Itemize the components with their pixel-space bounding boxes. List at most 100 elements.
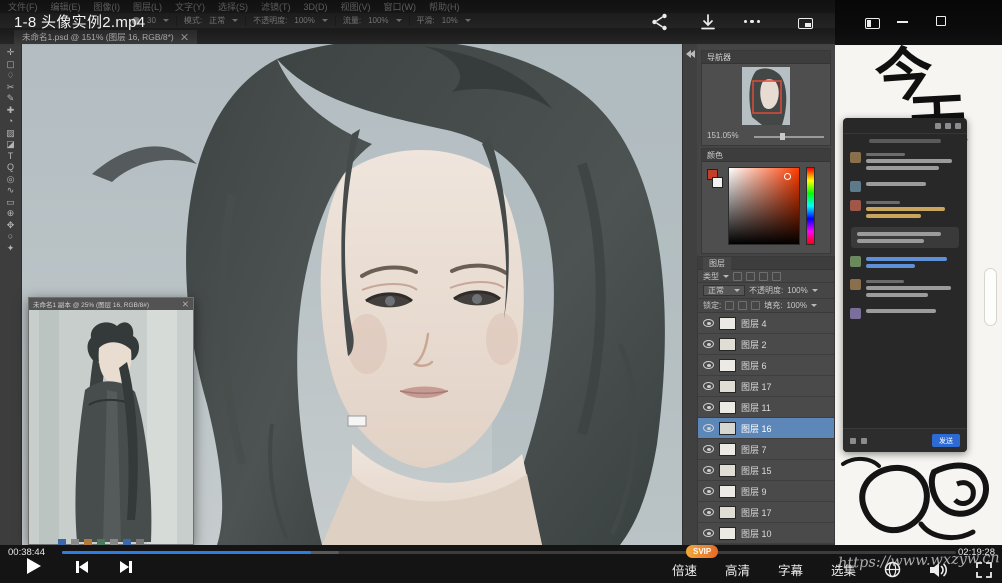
maximize-button[interactable] [936,16,946,26]
layer-visibility-eye-icon [703,445,714,453]
ps-tool-icon: ⊕ [7,209,15,218]
layer-thumbnail [719,401,736,414]
navigator-panel: 导航器 151.05% [701,50,831,146]
play-button[interactable] [27,558,41,574]
layer-visibility-eye-icon [703,361,714,369]
filter-type-icon [759,272,768,281]
blend-mode-value: 正常 [708,285,724,296]
lock-row: 锁定: 填充: 100% [698,299,834,313]
ps-tool-icon: ✚ [7,106,15,115]
ps-tool-icon: Q [7,163,14,172]
video-title: 1-8 头像实例2.mp4 [14,11,145,32]
next-button[interactable] [120,561,132,573]
avatar [850,279,861,290]
filter-pixel-icon [733,272,742,281]
minimize-button[interactable] [897,21,908,23]
layers-filter-row: 类型 [698,270,834,283]
player-titlebar: 1-8 头像实例2.mp4 [0,0,1002,46]
color-panel: 颜色 [701,148,831,254]
ps-tool-icon: ✛ [7,48,15,57]
progress-bar[interactable] [62,551,956,554]
layer-row: 图层 9 [698,481,834,502]
filter-shape-icon [772,272,781,281]
fill-label: 填充: [764,300,782,311]
dropdown-caret-icon [723,275,729,278]
reference-artwork [29,310,193,544]
notes-scrollbar-pill [984,268,997,326]
ps-tool-icon: ♢ [6,71,14,80]
layer-row: 图层 17 [698,502,834,523]
next-icon [129,561,132,573]
photoshop-app: 文件(F)编辑(E)图像(I)图层(L)文字(Y)选择(S)滤镜(T)3D(D)… [0,0,835,545]
video-surface[interactable]: 文件(F)编辑(E)图像(I)图层(L)文字(Y)选择(S)滤镜(T)3D(D)… [0,0,1002,545]
ps-toolbar: ✛▢♢✂✎✚◔▨◪TQ◎∿▭⊕✥○✦ [0,44,22,545]
ps-tool-icon: ∿ [7,186,15,195]
chat-system-line [869,139,941,143]
layers-panel: 图层 类型 正常 不透明度: 100% 锁定: [697,256,835,545]
layer-row: 图层 7 [698,439,834,460]
layer-thumbnail [719,527,736,540]
navigator-zoom-value: 151.05% [707,131,739,140]
more-button[interactable] [744,20,760,23]
layer-name: 图层 9 [741,485,767,498]
attachment-icon [861,438,867,444]
download-button[interactable] [698,12,718,37]
layer-visibility-eye-icon [703,424,714,432]
video-player-window: 文件(F)编辑(E)图像(I)图层(L)文字(Y)选择(S)滤镜(T)3D(D)… [0,0,1002,583]
ink-doodles [837,454,997,544]
quality-button[interactable]: 高清 [725,560,750,579]
chat-message [843,275,967,304]
ps-tool-icon: ▨ [6,129,15,138]
more-icon [744,20,747,23]
color-tab: 颜色 [707,150,723,161]
blend-mode-row: 正常 不透明度: 100% [698,283,834,299]
chat-window: 发送 [843,118,967,452]
minimize-chat-icon [945,123,951,129]
dropdown-caret-icon [812,289,818,292]
emoji-icon [850,438,856,444]
layers-list: 图层 4 图层 2 图层 6 图层 17 [698,313,834,544]
dock-sidebar-button[interactable] [865,18,880,29]
subtitle-button[interactable]: 字幕 [778,560,803,579]
lock-label: 锁定: [703,300,721,311]
layer-visibility-eye-icon [703,508,714,516]
avatar [850,152,861,163]
layer-row: 图层 16 [698,418,834,439]
chat-input-bar: 发送 [843,428,967,452]
speed-button[interactable]: 倍速 [672,560,697,579]
fill-value: 100% [786,301,806,310]
ps-tool-icon: ◪ [6,140,15,149]
layer-name: 图层 11 [741,401,771,414]
navigator-zoom-slider [754,136,824,138]
layer-name: 图层 15 [741,464,772,477]
layers-opacity-label: 不透明度: [749,285,783,296]
chat-message [843,304,967,323]
layer-thumbnail [719,380,736,393]
lock-all-icon [751,301,760,310]
more-icon [757,20,760,23]
previous-button[interactable] [76,561,88,573]
pip-button[interactable] [798,18,813,29]
navigator-tab: 导航器 [707,52,731,63]
layer-name: 图层 10 [741,527,772,540]
layer-row: 图层 2 [698,334,834,355]
avatar [850,256,861,267]
layer-row: 图层 4 [698,313,834,334]
layer-name: 图层 6 [741,359,767,372]
collapse-panels-icon [690,50,695,58]
layer-visibility-eye-icon [703,487,714,495]
layer-visibility-eye-icon [703,403,714,411]
hue-strip [806,167,815,245]
more-icon [750,20,753,23]
dropdown-caret-icon [734,289,740,292]
ps-tool-icon: T [8,152,14,161]
lock-transparent-icon [725,301,734,310]
layer-thumbnail [719,338,736,351]
chat-announcement [851,227,959,248]
color-picker-marker [784,173,791,180]
ps-tool-icon: ▢ [6,60,15,69]
share-button[interactable] [650,12,670,37]
layer-thumbnail [719,485,736,498]
chat-message [843,252,967,275]
layer-row: 图层 10 [698,523,834,544]
